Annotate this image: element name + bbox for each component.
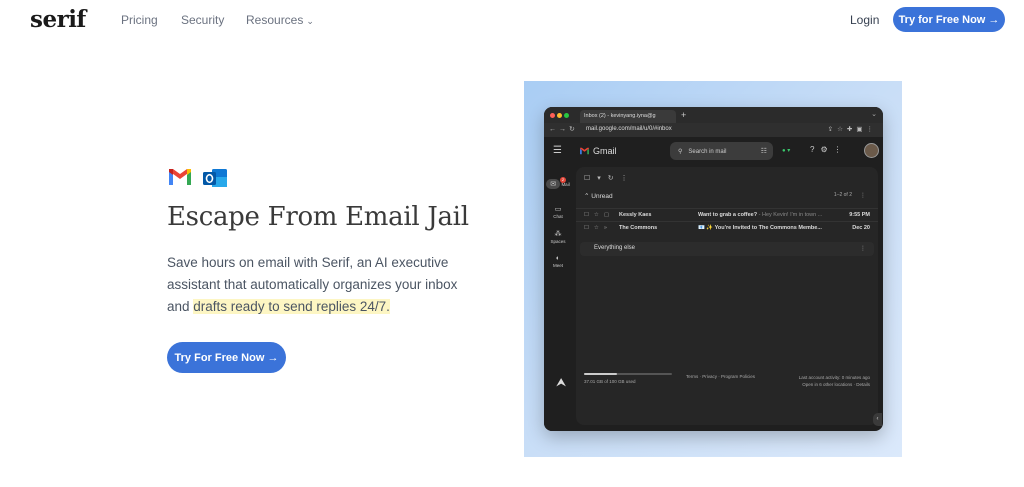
browser-window: Inbox (2) - kevinyang.iyna@g + ⌄ ←→↻ mai…	[544, 107, 883, 431]
email-time: 9:55 PM	[849, 212, 870, 218]
gmail-search-bar: ⚲ Search in mail ☷	[670, 142, 773, 160]
email-sender: The Commons	[619, 225, 658, 231]
storage-bar	[584, 373, 672, 375]
gmail-side-rail: ✉ 2 Mail ▭ Chat ⁂ Spaces ◐ Meet ⮝	[544, 167, 572, 431]
row-checkbox-star-icons: ☐☆▢	[584, 212, 615, 218]
email-row: ☐☆▢ Kessly Kaes Want to grab a coffee? -…	[576, 208, 878, 221]
email-sender: Kessly Kaes	[619, 212, 652, 218]
row-checkbox-star-icons: ☐☆»	[584, 225, 612, 231]
gmail-header-icons: ?⚙⋮	[810, 145, 848, 154]
mouse-cursor-icon: ⮝	[556, 375, 567, 389]
unread-badge: 2	[560, 177, 566, 183]
hero-try-free-button[interactable]: Try For Free Now →	[167, 342, 286, 373]
filter-icon: ☷	[760, 148, 767, 155]
top-navigation: serif Pricing Security Resources ⌄ Login …	[0, 0, 1024, 40]
storage-usage: 37.01 GB of 100 GB used	[584, 373, 674, 384]
chat-icon: ▭	[554, 206, 562, 213]
browser-tab-bar: Inbox (2) - kevinyang.iyna@g + ⌄	[544, 107, 883, 123]
unread-count: 1–2 of 2	[833, 192, 852, 198]
gmail-inbox: ☐▾↻⋮ ⌃ Unread 1–2 of 2 ⋮ ☐☆▢ Kessly Kaes…	[576, 167, 878, 425]
email-row: ☐☆» The Commons 📧 ✨ You're Invited to Th…	[576, 221, 878, 234]
browser-nav-icons: ←→↻	[549, 126, 578, 133]
tab-title: Inbox (2) - kevinyang.iyna@g	[584, 113, 656, 119]
more-icon: ⋮	[860, 246, 866, 252]
chevron-down-icon: ⌄	[306, 16, 314, 26]
rail-label-chat: Chat	[553, 214, 563, 219]
email-subject-text: Want to grab a coffee?	[698, 212, 758, 218]
integration-logos	[167, 167, 227, 189]
try-for-free-button[interactable]: Try for Free Now →	[893, 7, 1005, 32]
email-snippet: - Hey Kevin! I'm in town ...	[757, 212, 823, 218]
rail-item-mail: ✉ 2 Mail	[544, 177, 572, 190]
browser-tab: Inbox (2) - kevinyang.iyna@g	[580, 110, 676, 123]
gmail-header: ☰ Gmail ⚲ Search in mail ☷ ● ▾ ?⚙⋮	[544, 137, 883, 167]
address-bar: ←→↻ mail.google.com/mail/u/0/#inbox ⇪☆✚▣…	[544, 123, 883, 137]
search-placeholder: Search in mail	[688, 149, 727, 155]
close-window-dot	[550, 113, 555, 118]
new-tab-icon: +	[681, 110, 687, 120]
login-link[interactable]: Login	[850, 13, 879, 27]
email-subject: Want to grab a coffee? - Hey Kevin! I'm …	[698, 212, 822, 218]
inbox-toolbar-icons: ☐▾↻⋮	[584, 175, 635, 182]
email-subject-text: 📧 ✨ You're Invited to The Commons Membe.…	[698, 225, 822, 231]
rail-item-chat: ▭ Chat	[544, 205, 572, 219]
chevron-left-icon: ‹	[873, 413, 882, 426]
storage-bar-fill	[584, 373, 617, 375]
nav-link-resources[interactable]: Resources ⌄	[246, 13, 314, 27]
mail-icon: ✉	[546, 179, 561, 189]
url-text: mail.google.com/mail/u/0/#inbox	[586, 126, 672, 132]
email-subject: 📧 ✨ You're Invited to The Commons Membe.…	[698, 225, 822, 231]
maximize-window-dot	[564, 113, 569, 118]
unread-section-header: ⌃ Unread 1–2 of 2 ⋮	[584, 192, 870, 200]
gmail-footer-links: Terms · Privacy · Program Policies	[686, 374, 756, 379]
product-screenshot-panel: Inbox (2) - kevinyang.iyna@g + ⌄ ←→↻ mai…	[524, 81, 902, 457]
gmail-app-name: Gmail	[593, 146, 617, 156]
email-time: Dec 20	[852, 225, 870, 231]
minimize-window-dot	[557, 113, 562, 118]
nav-link-pricing[interactable]: Pricing	[121, 13, 158, 27]
everything-else-section: Everything else ⋮	[580, 242, 874, 256]
account-activity-line1: Last account activity: 0 minutes ago	[798, 375, 870, 380]
avatar	[864, 143, 879, 158]
unread-label: Unread	[591, 193, 613, 200]
rail-label-spaces: Spaces	[550, 239, 566, 244]
gmail-small-icon	[580, 147, 589, 155]
spaces-icon: ⁂	[554, 231, 562, 238]
outlook-icon	[203, 169, 227, 187]
rail-item-spaces: ⁂ Spaces	[544, 230, 572, 244]
gmail-icon	[169, 169, 191, 185]
serif-logo[interactable]: serif	[30, 6, 86, 33]
more-icon: ⋮	[860, 193, 866, 199]
rail-label-meet: Meet	[552, 263, 563, 268]
everything-else-label: Everything else	[594, 245, 636, 251]
hero-description: Save hours on email with Serif, an AI ex…	[167, 252, 467, 318]
account-activity-line2: Open in 6 other locations · Details	[802, 382, 870, 387]
account-activity: Last account activity: 0 minutes ago Ope…	[799, 374, 870, 388]
rail-item-meet: ◐ Meet	[544, 255, 572, 268]
meet-icon: ◐	[555, 255, 561, 262]
status-indicator-icon: ● ▾	[782, 148, 791, 154]
menu-icon: ☰	[553, 145, 562, 156]
hero-description-highlight: drafts ready to send replies 24/7.	[193, 299, 390, 314]
collapse-icon: ⌃	[584, 193, 590, 200]
browser-toolbar-icons: ⇪☆✚▣⋮	[827, 126, 877, 133]
search-icon: ⚲	[678, 149, 683, 155]
nav-link-security[interactable]: Security	[181, 13, 224, 27]
storage-text: 37.01 GB of 100 GB used	[584, 379, 636, 384]
nav-link-resources-label: Resources	[246, 13, 304, 27]
hero-title: Escape From Email Jail	[167, 202, 469, 232]
tab-menu-icon: ⌄	[871, 111, 877, 118]
gmail-logo: Gmail	[579, 146, 617, 156]
